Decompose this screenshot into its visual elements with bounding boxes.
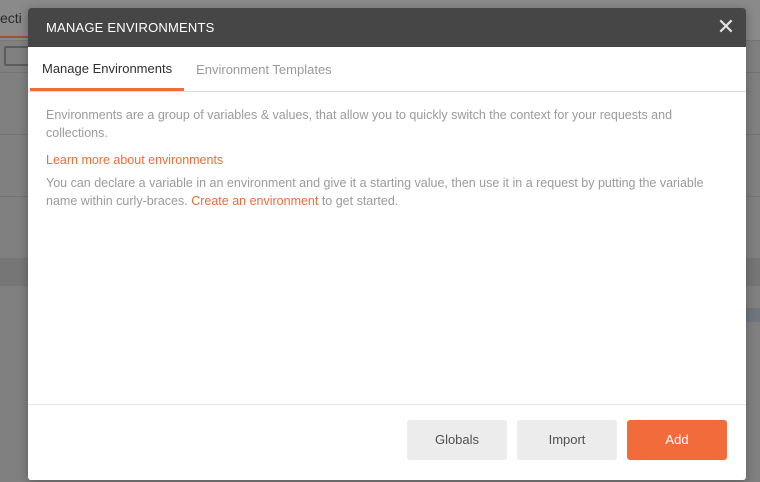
declare-text: You can declare a variable in an environ…: [46, 174, 728, 210]
manage-environments-modal: MANAGE ENVIRONMENTS ✕ Manage Environment…: [28, 8, 746, 480]
modal-header: MANAGE ENVIRONMENTS ✕: [28, 8, 746, 47]
modal-title: MANAGE ENVIRONMENTS: [46, 20, 215, 35]
add-button[interactable]: Add: [627, 420, 727, 460]
close-icon[interactable]: ✕: [716, 16, 736, 38]
create-environment-link[interactable]: Create an environment: [191, 194, 318, 208]
import-button[interactable]: Import: [517, 420, 617, 460]
background-row: [0, 258, 30, 286]
tab-manage-environments[interactable]: Manage Environments: [30, 49, 185, 91]
intro-text: Environments are a group of variables & …: [46, 108, 673, 140]
new-folder-icon: [4, 46, 30, 66]
globals-button[interactable]: Globals: [407, 420, 507, 460]
declare-text-after: to get started.: [318, 194, 399, 208]
background-row: [744, 258, 760, 286]
background-row: [744, 308, 760, 322]
modal-tabs: Manage Environments Environment Template…: [28, 47, 746, 92]
modal-content: Environments are a group of variables & …: [28, 92, 746, 210]
learn-more-link[interactable]: Learn more about environments: [46, 151, 728, 169]
tab-environment-templates[interactable]: Environment Templates: [184, 49, 344, 91]
modal-footer: Globals Import Add: [28, 404, 746, 480]
